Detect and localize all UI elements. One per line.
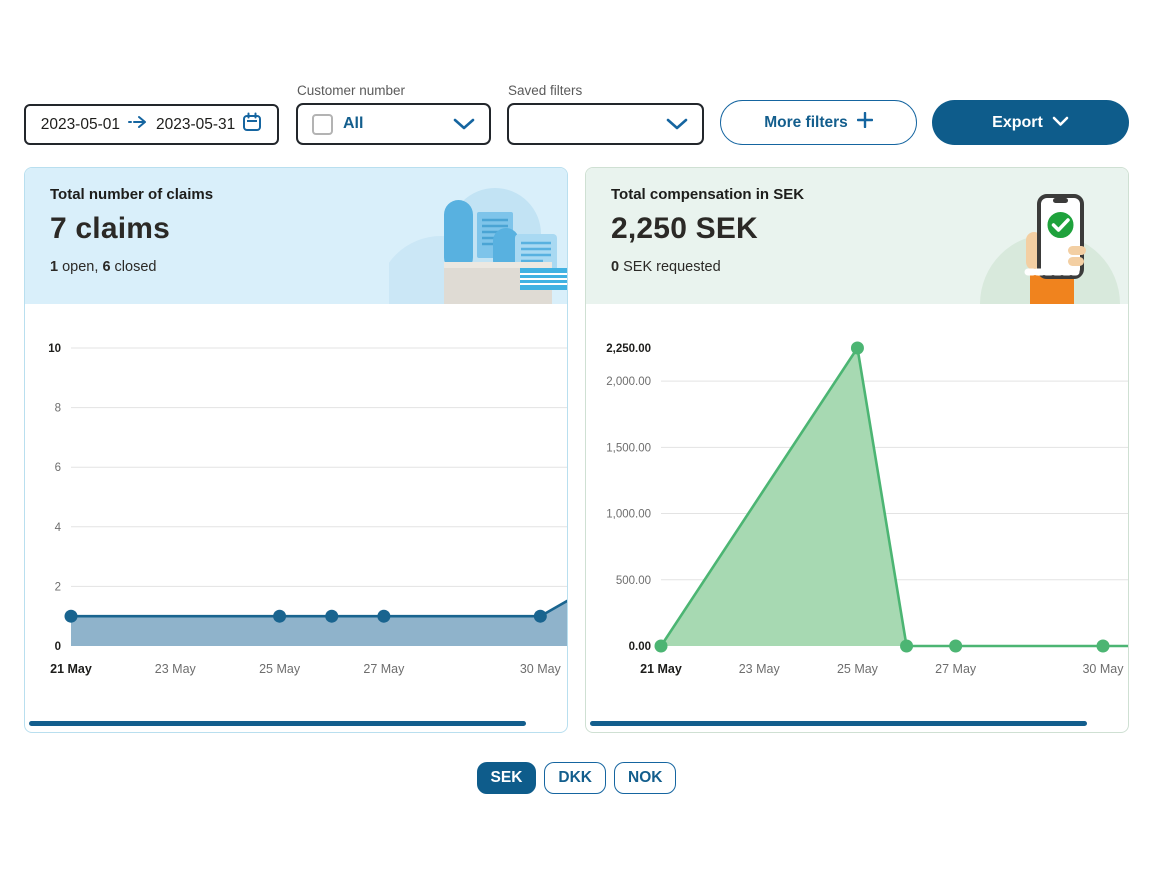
svg-text:500.00: 500.00 [616, 575, 651, 587]
svg-text:6: 6 [55, 462, 61, 474]
compensation-headline: 2,250 SEK [611, 212, 804, 246]
svg-text:25 May: 25 May [837, 662, 879, 676]
svg-text:10: 10 [48, 343, 61, 355]
claims-subtitle: 1 open, 6 closed [50, 259, 213, 275]
svg-text:2,250.00: 2,250.00 [606, 343, 651, 355]
calendar-icon [242, 112, 262, 137]
svg-text:1,500.00: 1,500.00 [606, 442, 651, 454]
currency-button-dkk[interactable]: DKK [544, 762, 606, 794]
svg-text:0: 0 [55, 641, 61, 653]
export-button[interactable]: Export [932, 100, 1129, 145]
svg-text:8: 8 [55, 403, 61, 415]
claims-headline: 7 claims [50, 212, 213, 246]
export-label: Export [992, 114, 1043, 132]
phone-check-illustration [976, 168, 1128, 304]
compensation-area-chart[interactable]: 0.00 500.00 1,000.00 1,500.00 2,000.00 2,250.… [586, 304, 1129, 706]
customer-number-select[interactable]: All [296, 103, 491, 145]
svg-text:2,000.00: 2,000.00 [606, 376, 651, 388]
horizontal-scrollbar[interactable] [29, 721, 526, 726]
date-end-value: 2023-05-31 [156, 116, 235, 134]
svg-text:0.00: 0.00 [629, 641, 651, 653]
currency-button-sek[interactable]: SEK [477, 762, 537, 794]
claims-card-header: Total number of claims 7 claims 1 open, … [25, 168, 567, 304]
svg-text:27 May: 27 May [935, 662, 977, 676]
svg-text:30 May: 30 May [1082, 662, 1124, 676]
select-all-checkbox[interactable] [312, 114, 333, 135]
svg-text:21 May: 21 May [50, 662, 92, 676]
claims-area-chart[interactable]: 0 2 4 6 8 10 21 May 23 May 25 May 27 May 30 May [25, 304, 568, 706]
chevron-down-icon [1052, 114, 1069, 132]
claims-card: Total number of claims 7 claims 1 open, … [24, 167, 568, 733]
customer-number-value: All [343, 115, 363, 133]
chevron-down-icon [453, 118, 475, 131]
svg-text:27 May: 27 May [363, 662, 405, 676]
saved-filters-select[interactable] [507, 103, 704, 145]
dashboard-page: 2023-05-01 2023-05-31 Customer number Al… [0, 0, 1153, 872]
documents-illustration [389, 168, 567, 304]
arrow-right-icon [127, 115, 149, 134]
date-start-value: 2023-05-01 [41, 116, 120, 134]
chevron-down-icon [666, 118, 688, 131]
currency-button-nok[interactable]: NOK [614, 762, 676, 794]
plus-icon [857, 112, 873, 133]
date-range-input[interactable]: 2023-05-01 2023-05-31 [24, 104, 279, 145]
svg-text:25 May: 25 May [259, 662, 301, 676]
svg-text:23 May: 23 May [739, 662, 781, 676]
compensation-card: Total compensation in SEK 2,250 SEK 0 SE… [585, 167, 1129, 733]
compensation-card-title: Total compensation in SEK [611, 186, 804, 203]
compensation-subtitle: 0 SEK requested [611, 259, 804, 275]
more-filters-label: More filters [764, 114, 848, 132]
customer-number-label: Customer number [297, 83, 405, 98]
svg-text:2: 2 [55, 581, 61, 593]
horizontal-scrollbar[interactable] [590, 721, 1087, 726]
svg-text:21 May: 21 May [640, 662, 682, 676]
svg-text:23 May: 23 May [155, 662, 197, 676]
claims-card-title: Total number of claims [50, 186, 213, 203]
more-filters-button[interactable]: More filters [720, 100, 917, 145]
currency-toggle: SEK DKK NOK [0, 762, 1153, 794]
saved-filters-label: Saved filters [508, 83, 582, 98]
svg-text:4: 4 [55, 522, 62, 534]
svg-text:1,000.00: 1,000.00 [606, 509, 651, 521]
svg-text:30 May: 30 May [520, 662, 562, 676]
compensation-card-header: Total compensation in SEK 2,250 SEK 0 SE… [586, 168, 1128, 304]
